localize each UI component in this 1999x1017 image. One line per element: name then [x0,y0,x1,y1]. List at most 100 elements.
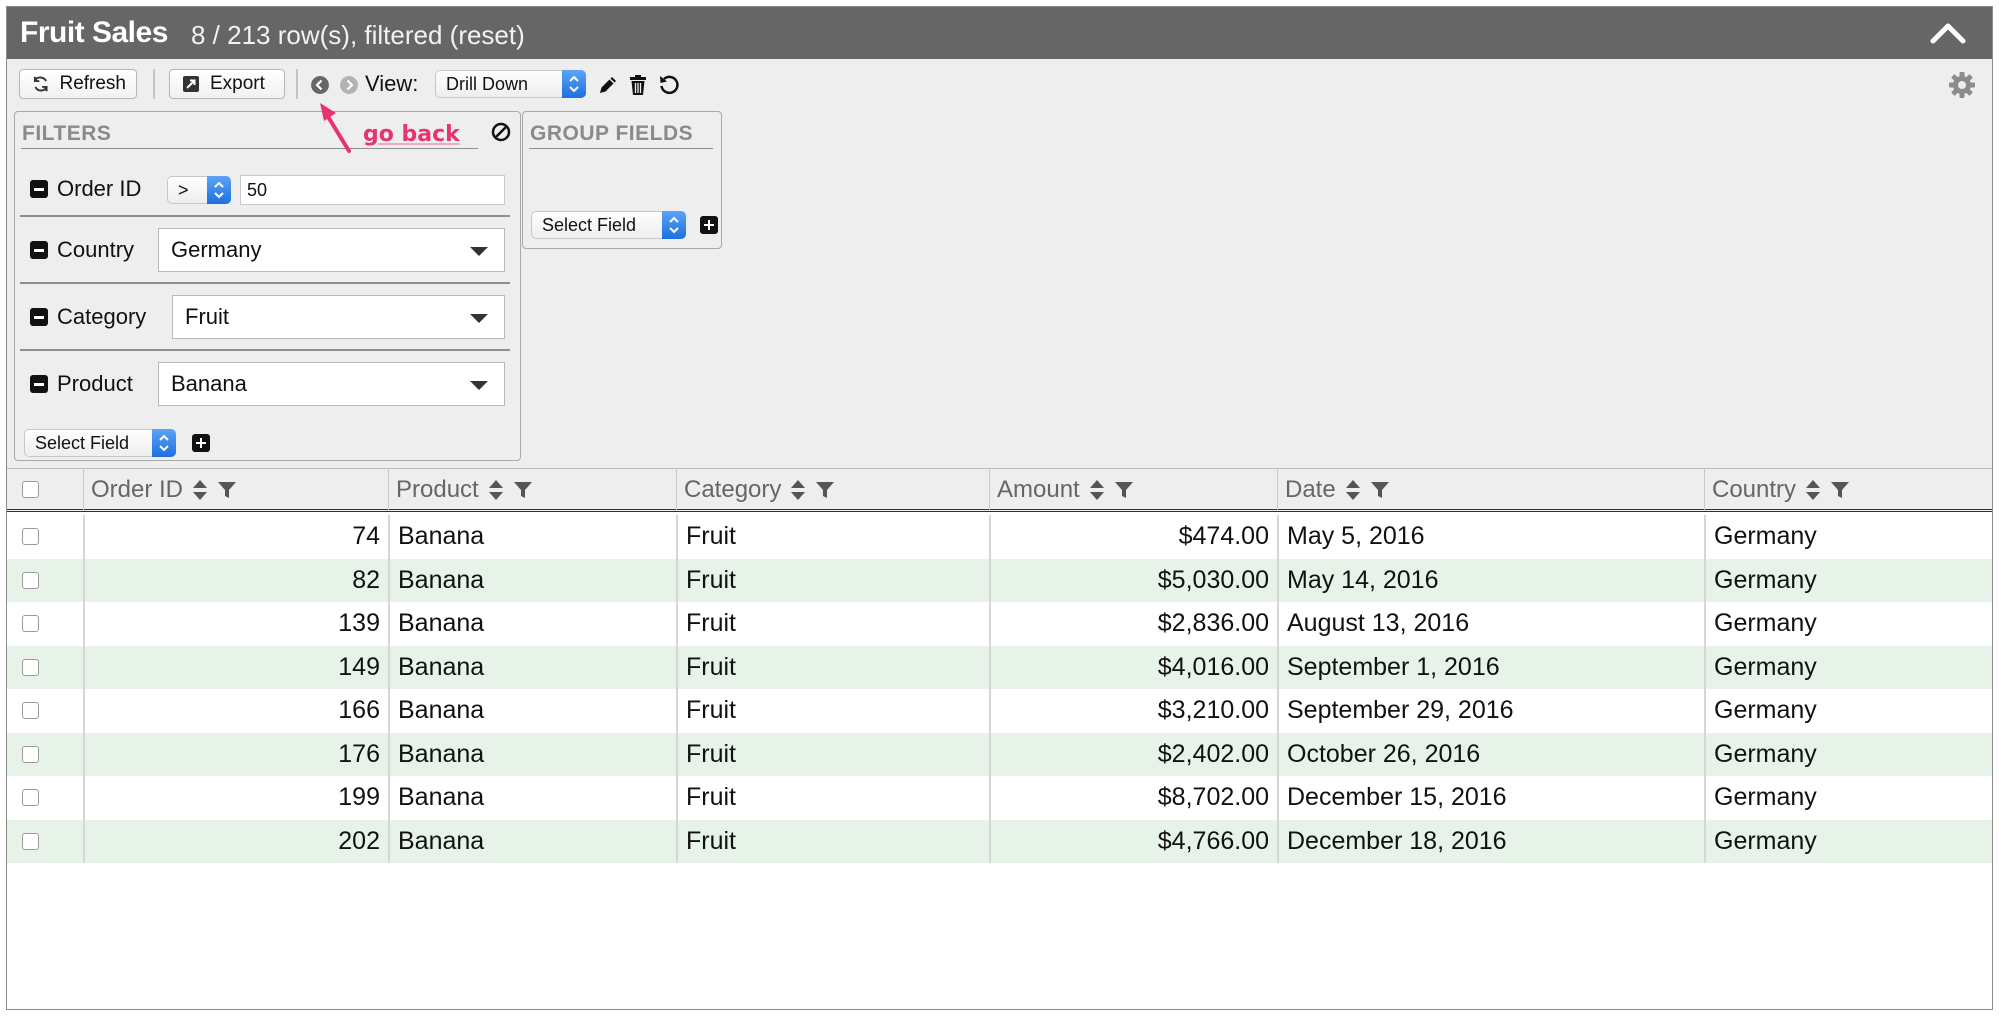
row-checkbox[interactable] [22,615,39,632]
group-fields-panel: GROUP FIELDS Select Field [522,111,722,249]
sort-icon[interactable] [1806,479,1821,501]
row-checkbox[interactable] [22,528,39,545]
cell-country: Germany [1714,826,1817,855]
column-header-category[interactable]: Category [676,469,989,511]
sort-icon[interactable] [1345,479,1360,501]
filter-label-country: Country [57,237,135,262]
column-header-country[interactable]: Country [1704,469,1992,511]
select-stepper-icon [152,429,176,457]
sort-icon[interactable] [1089,479,1104,501]
filter-row-divider [20,282,510,284]
view-select[interactable]: Drill Down [435,70,586,98]
refresh-button[interactable]: Refresh [19,69,137,99]
cell-date: December 18, 2016 [1287,826,1507,855]
cell-category: Fruit [686,739,736,768]
table-row[interactable]: 202 Banana Fruit $4,766.00 December 18, … [7,819,1992,863]
table-row[interactable]: 176 Banana Fruit $2,402.00 October 26, 2… [7,732,1992,776]
group-select-field[interactable]: Select Field [531,211,686,239]
cell-order-id: 166 [338,696,380,725]
trash-icon[interactable] [627,74,649,96]
table-row[interactable]: 74 Banana Fruit $474.00 May 5, 2016 Germ… [7,515,1992,559]
row-checkbox[interactable] [22,658,39,676]
table-row[interactable]: 149 Banana Fruit $4,016.00 September 1, … [7,645,1992,689]
clear-filters-icon[interactable] [491,122,511,142]
grid-body: 74 Banana Fruit $474.00 May 5, 2016 Germ… [7,515,1992,863]
cell-order-id: 74 [352,522,380,551]
cell-date: May 5, 2016 [1287,522,1425,551]
row-count-status[interactable]: 8 / 213 row(s), filtered (reset) [191,20,525,51]
cell-category: Fruit [686,609,736,638]
toolbar-divider [296,69,298,99]
product-filter-dropdown[interactable]: Banana [158,362,505,406]
cell-category: Fruit [686,826,736,855]
select-stepper-icon [662,211,686,239]
filter-funnel-icon[interactable] [815,480,835,500]
filter-funnel-icon[interactable] [217,480,237,500]
order-id-filter-value: 50 [247,179,268,200]
filter-select-field[interactable]: Select Field [24,429,176,457]
row-checkbox[interactable] [22,571,39,589]
sort-icon[interactable] [193,479,208,501]
row-checkbox[interactable] [22,789,39,806]
caret-down-icon [470,381,488,390]
table-row[interactable]: 199 Banana Fruit $8,702.00 December 15, … [7,776,1992,820]
sort-icon[interactable] [791,479,806,501]
chevron-up-icon[interactable] [1930,21,1966,45]
cell-order-id: 202 [338,826,380,855]
remove-filter-icon[interactable] [30,308,48,326]
cell-amount: $8,702.00 [1157,783,1269,812]
column-header-amount[interactable]: Amount [989,469,1277,511]
filter-funnel-icon[interactable] [1830,480,1850,500]
remove-filter-icon[interactable] [30,241,48,259]
cell-order-id: 176 [338,739,380,768]
gear-icon[interactable] [1948,71,1976,99]
toolbar-divider [153,69,155,99]
filter-funnel-icon[interactable] [513,480,533,500]
annotation-label: go back [363,122,460,147]
table-row[interactable]: 82 Banana Fruit $5,030.00 May 14, 2016 G… [7,558,1992,602]
cell-product: Banana [398,565,485,594]
remove-filter-icon[interactable] [30,180,48,198]
filter-select-field-value: Select Field [35,432,130,453]
category-filter-dropdown[interactable]: Fruit [172,295,505,339]
row-checkbox[interactable] [22,702,39,719]
title-bar: Fruit Sales 8 / 213 row(s), filtered (re… [7,7,1992,59]
select-stepper-icon [562,70,586,98]
column-header-label: Date [1285,476,1336,503]
select-all-checkbox[interactable] [22,481,39,498]
filter-funnel-icon[interactable] [1114,480,1134,500]
cell-order-id: 149 [338,652,380,681]
caret-down-icon [470,314,488,323]
cell-amount: $5,030.00 [1157,565,1269,594]
cell-category: Fruit [686,696,736,725]
cell-product: Banana [398,739,485,768]
pencil-icon[interactable] [597,74,619,96]
group-select-field-value: Select Field [542,214,637,235]
view-label: View: [365,71,419,96]
add-filter-icon[interactable] [192,434,210,452]
cell-date: October 26, 2016 [1287,739,1481,768]
cell-country: Germany [1714,652,1817,681]
add-group-field-icon[interactable] [700,216,718,234]
sort-icon[interactable] [488,479,503,501]
cell-amount: $2,402.00 [1157,739,1269,768]
operator-select[interactable]: > [167,176,231,204]
column-header-order-id[interactable]: Order ID [83,469,388,511]
operator-select-value: > [178,179,189,200]
row-checkbox[interactable] [22,745,39,763]
column-header-date[interactable]: Date [1277,469,1704,511]
remove-filter-icon[interactable] [30,375,48,393]
filters-title: FILTERS [22,122,112,145]
export-button[interactable]: Export [169,69,285,99]
order-id-filter-input[interactable]: 50 [240,175,505,205]
column-header-product[interactable]: Product [388,469,676,511]
filter-funnel-icon[interactable] [1370,480,1390,500]
select-stepper-icon [207,176,231,204]
undo-icon[interactable] [658,74,680,96]
table-row[interactable]: 139 Banana Fruit $2,836.00 August 13, 20… [7,602,1992,646]
row-checkbox[interactable] [22,832,39,850]
cell-country: Germany [1714,739,1817,768]
country-filter-dropdown[interactable]: Germany [158,228,505,272]
cell-amount: $4,766.00 [1157,826,1269,855]
table-row[interactable]: 166 Banana Fruit $3,210.00 September 29,… [7,689,1992,733]
